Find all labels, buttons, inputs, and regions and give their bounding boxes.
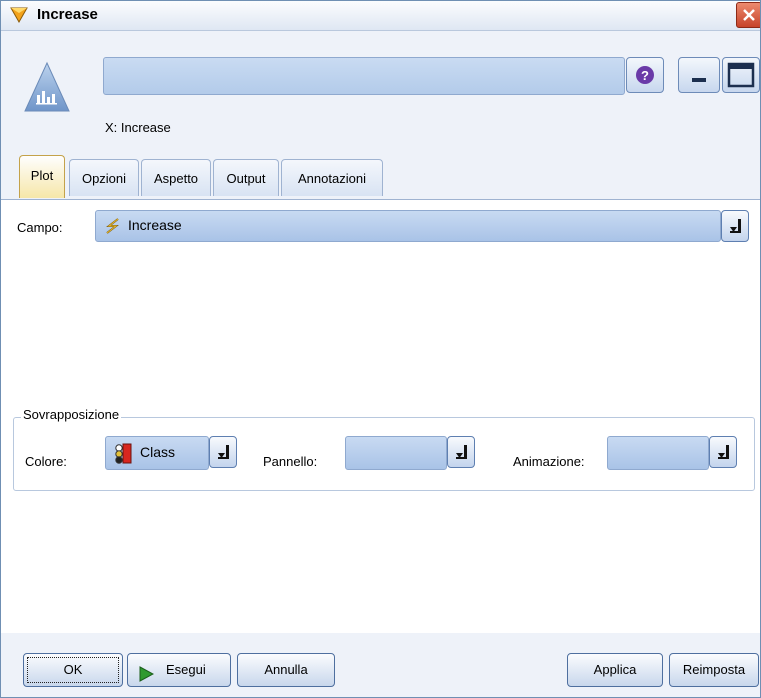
window-title: Increase — [37, 6, 98, 23]
field-label: Campo: — [17, 220, 63, 235]
set-field-icon — [112, 443, 134, 468]
histogram-node-icon — [23, 61, 71, 113]
apply-button[interactable]: Applica — [567, 653, 663, 687]
minimize-icon — [692, 78, 706, 82]
apply-label: Applica — [593, 662, 637, 677]
dialog-window: Increase ? X: Increase Plot Opzioni Aspe… — [0, 0, 761, 698]
title-bar[interactable]: Increase — [1, 1, 760, 31]
dropdown-icon — [730, 219, 741, 233]
dropdown-icon — [218, 445, 229, 459]
tab-aspetto[interactable]: Aspetto — [141, 159, 211, 196]
tab-plot[interactable]: Plot — [19, 155, 65, 198]
close-button[interactable] — [736, 2, 760, 28]
tab-output[interactable]: Output — [213, 159, 279, 196]
tab-annotazioni[interactable]: Annotazioni — [281, 159, 383, 196]
overlay-group-title: Sovrapposizione — [21, 407, 122, 422]
color-select[interactable]: Class — [105, 436, 209, 470]
dropdown-icon — [456, 445, 467, 459]
play-icon — [138, 662, 155, 694]
node-header: ? X: Increase — [1, 31, 760, 153]
panel-label: Pannello: — [263, 454, 318, 469]
ok-button[interactable]: OK — [23, 653, 123, 687]
panel-select[interactable] — [345, 436, 447, 470]
dropdown-icon — [718, 445, 729, 459]
help-button[interactable]: ? — [626, 57, 664, 93]
animation-label: Animazione: — [513, 454, 585, 469]
ok-label: OK — [63, 662, 83, 677]
run-button[interactable]: Esegui — [127, 653, 231, 687]
animation-select[interactable] — [607, 436, 709, 470]
minimize-button[interactable] — [678, 57, 720, 93]
color-dropdown-button[interactable] — [209, 436, 237, 468]
maximize-icon — [727, 62, 755, 88]
node-diamond-icon — [9, 6, 29, 24]
svg-text:?: ? — [641, 68, 649, 83]
field-select[interactable]: Increase — [95, 210, 721, 242]
cancel-label: Annulla — [264, 662, 308, 677]
plot-panel: Campo: Increase Sovrapposizione Colore: — [1, 199, 760, 634]
field-value: Increase — [128, 217, 182, 233]
cancel-button[interactable]: Annulla — [237, 653, 335, 687]
color-label: Colore: — [25, 454, 67, 469]
maximize-button[interactable] — [722, 57, 760, 93]
run-label: Esegui — [166, 662, 206, 677]
field-dropdown-button[interactable] — [721, 210, 749, 242]
continuous-field-icon — [104, 217, 122, 238]
close-icon — [743, 9, 755, 21]
animation-dropdown-button[interactable] — [709, 436, 737, 468]
x-field-label: X: Increase — [105, 120, 171, 135]
node-name-field[interactable] — [103, 57, 625, 95]
tab-opzioni[interactable]: Opzioni — [69, 159, 139, 196]
color-value: Class — [140, 444, 176, 460]
reset-label: Reimposta — [682, 662, 746, 677]
panel-dropdown-button[interactable] — [447, 436, 475, 468]
help-icon: ? — [636, 66, 654, 84]
reset-button[interactable]: Reimposta — [669, 653, 759, 687]
